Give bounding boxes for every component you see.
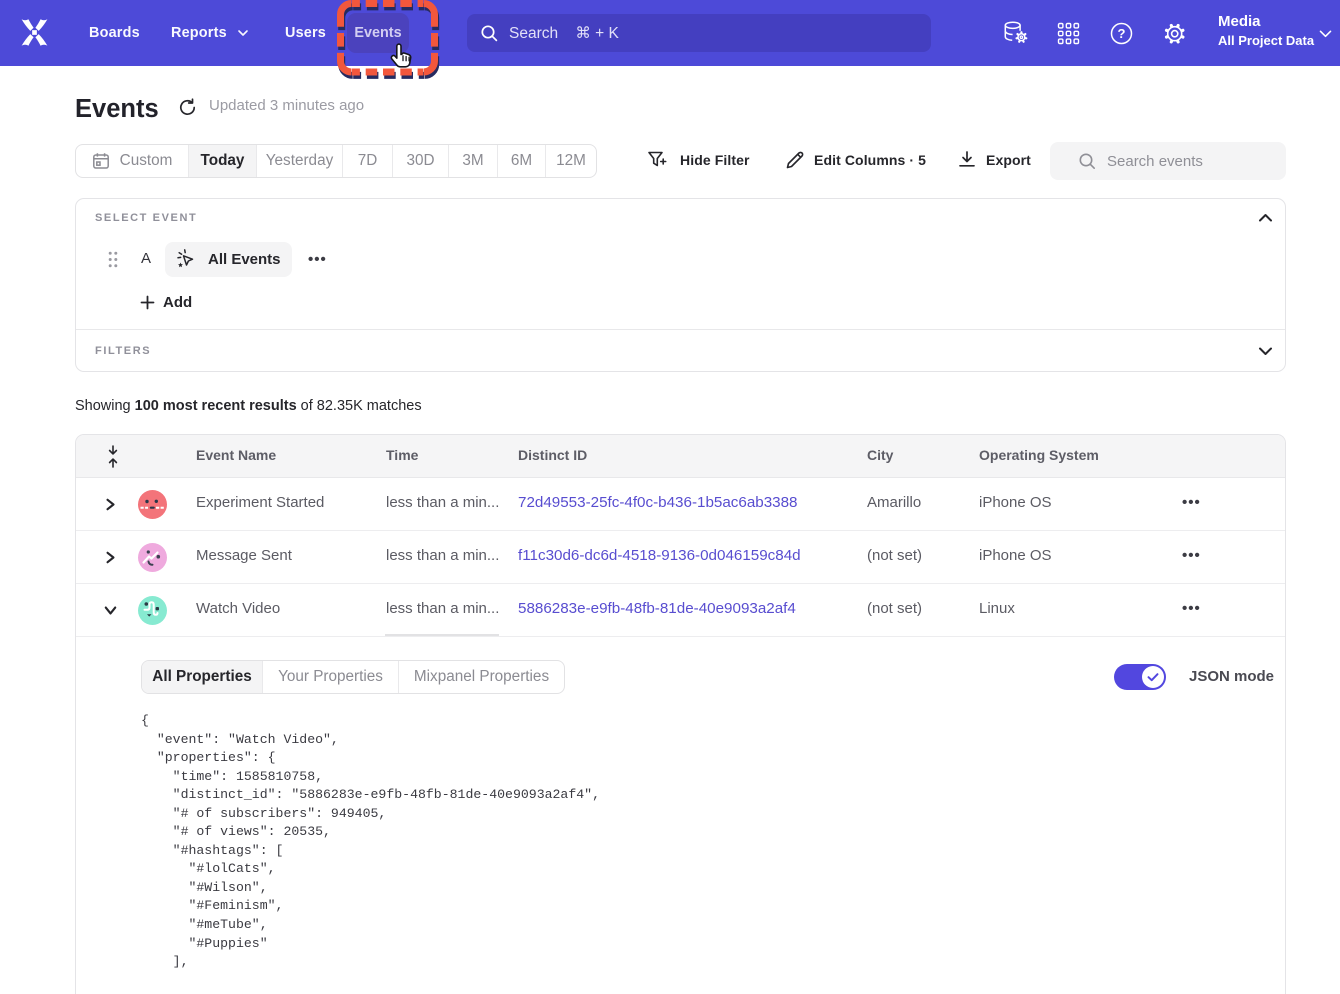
svg-text:?: ? — [1118, 26, 1126, 41]
